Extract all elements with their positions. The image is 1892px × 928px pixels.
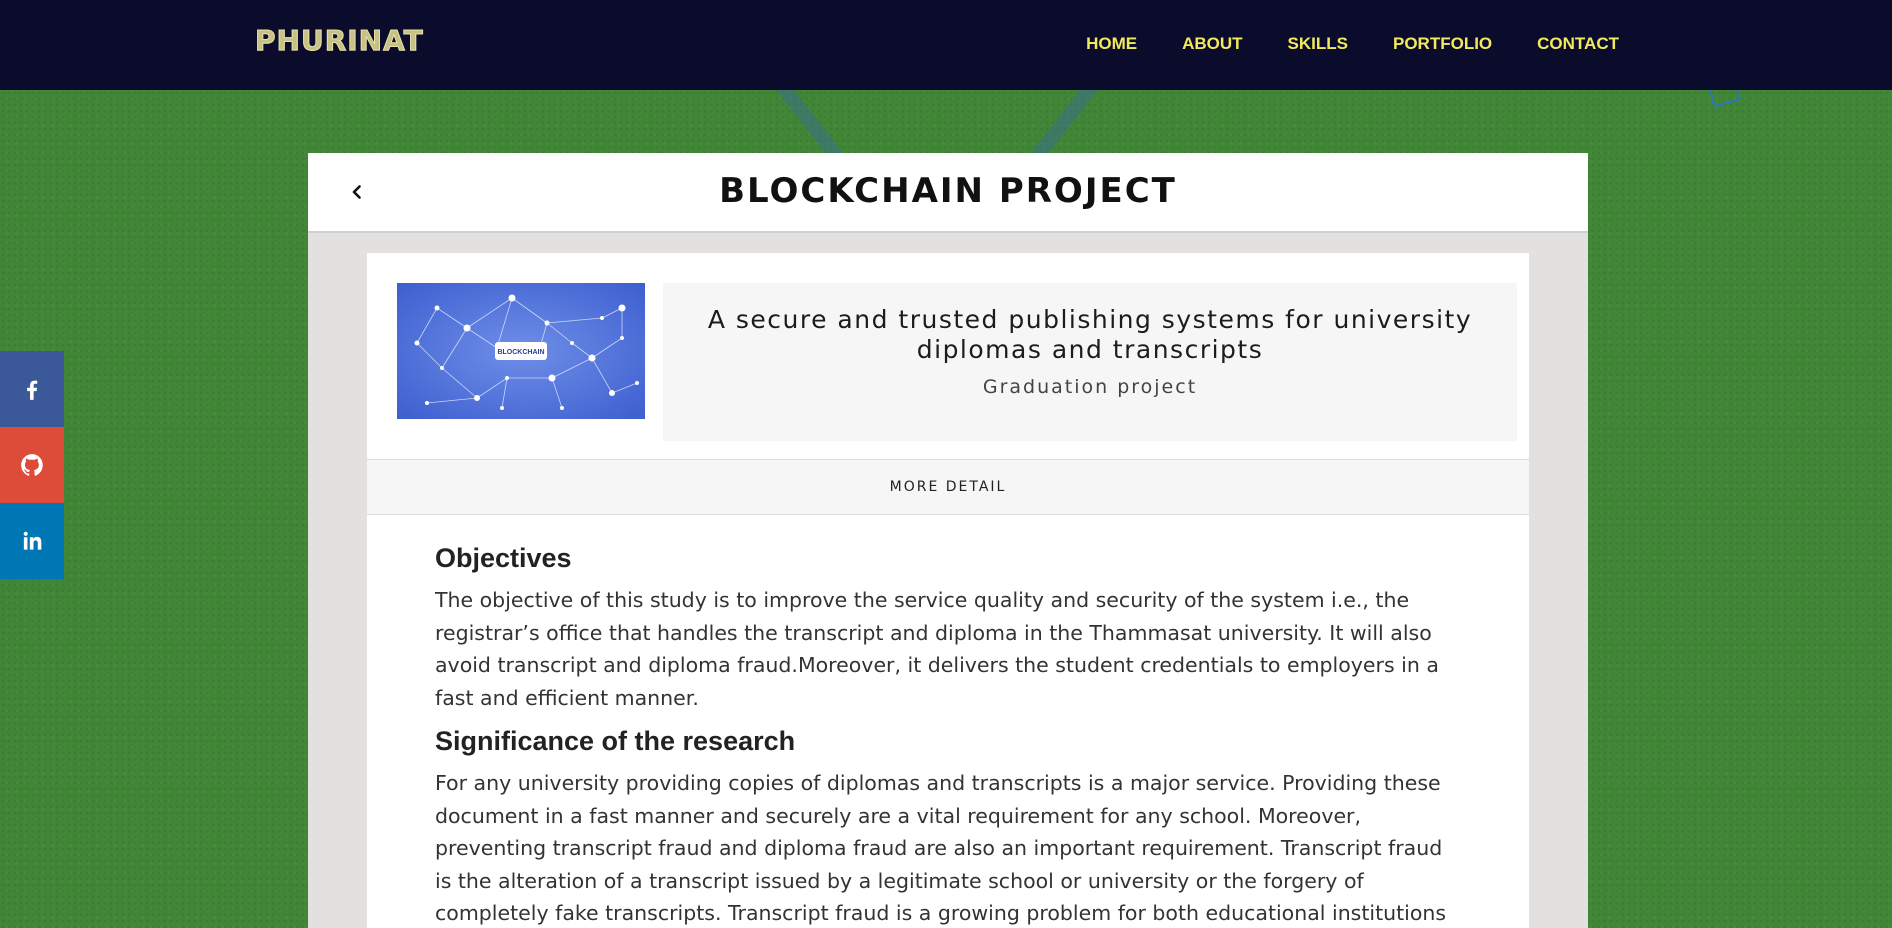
more-detail-label: MORE DETAIL	[889, 479, 1007, 495]
main-nav: HOME ABOUT SKILLS PORTFOLIO CONTACT	[1086, 34, 1619, 54]
more-detail-button[interactable]: MORE DETAIL	[367, 459, 1529, 515]
blockchain-thumbnail-image[interactable]: BLOCKCHAIN	[397, 283, 645, 419]
linkedin-icon	[23, 531, 42, 550]
page-title: BLOCKCHAIN PROJECT	[719, 171, 1177, 211]
section-body-objectives: The objective of this study is to improv…	[435, 588, 1439, 710]
section-heading-objectives: Objectives	[435, 543, 572, 573]
nav-link-contact[interactable]: CONTACT	[1537, 34, 1619, 54]
github-button[interactable]	[0, 427, 64, 503]
social-sidebar	[0, 351, 64, 579]
project-description: Objectives The objective of this study i…	[435, 543, 1455, 928]
panel-header: BLOCKCHAIN PROJECT	[308, 153, 1588, 233]
section-body-significance: For any university providing copies of d…	[435, 771, 1447, 925]
thumbnail-label: BLOCKCHAIN	[497, 349, 544, 356]
nav-link-about[interactable]: ABOUT	[1182, 34, 1242, 54]
project-subtitle: Graduation project	[982, 376, 1198, 398]
nav-link-skills[interactable]: SKILLS	[1288, 34, 1348, 54]
project-panel: BLOCKCHAIN PROJECT BLOCKCHAIN A secure a…	[308, 153, 1588, 928]
project-title: A secure and trusted publishing systems …	[707, 305, 1473, 364]
linkedin-button[interactable]	[0, 503, 64, 579]
site-logo[interactable]: PHURINAT	[255, 24, 424, 58]
top-navbar: PHURINAT HOME ABOUT SKILLS PORTFOLIO CON…	[0, 0, 1892, 90]
project-card: BLOCKCHAIN A secure and trusted publishi…	[367, 253, 1529, 928]
project-info-box: A secure and trusted publishing systems …	[663, 283, 1517, 441]
github-icon	[21, 454, 43, 476]
nav-link-home[interactable]: HOME	[1086, 34, 1137, 54]
facebook-icon	[27, 380, 38, 400]
nav-link-portfolio[interactable]: PORTFOLIO	[1393, 34, 1492, 54]
section-heading-significance: Significance of the research	[435, 726, 796, 756]
facebook-button[interactable]	[0, 351, 64, 427]
